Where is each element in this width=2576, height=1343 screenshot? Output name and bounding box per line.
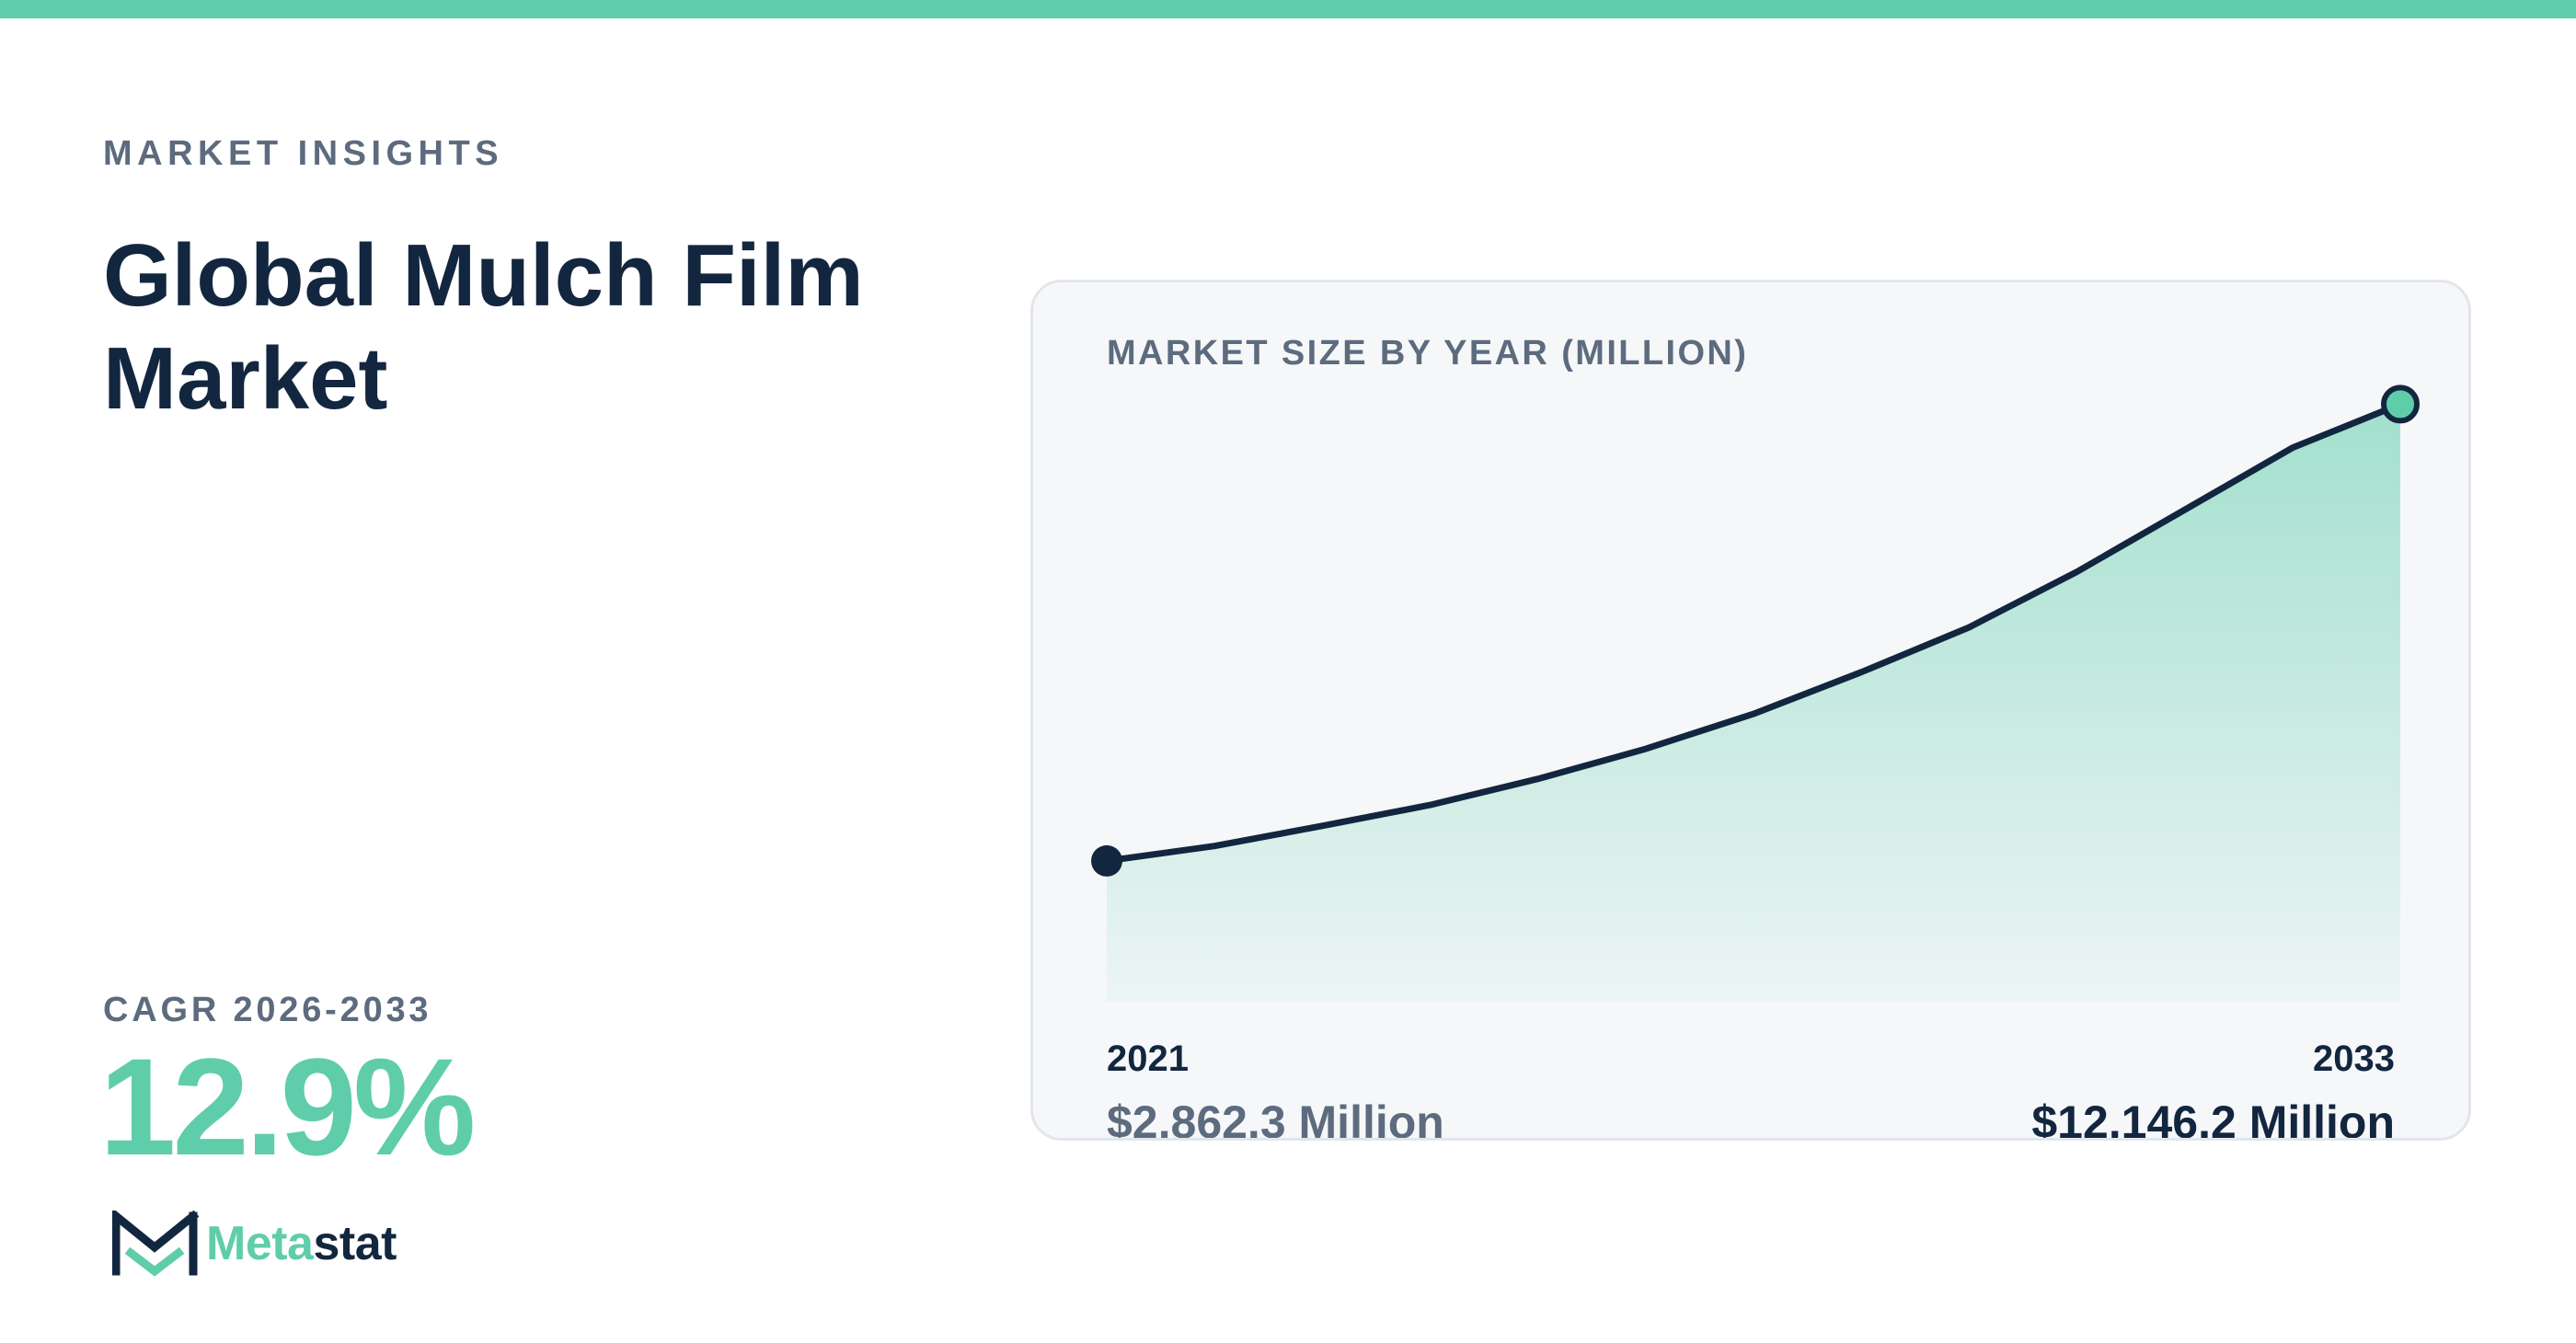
end-year-label: 2033: [2313, 1039, 2395, 1079]
start-point-marker: [1091, 844, 1122, 877]
chart-card: MARKET SIZE BY YEAR (MILLION) 2021 2033 …: [1030, 280, 2471, 1141]
logo-wordmark-meta: Meta: [206, 1217, 314, 1270]
end-point-marker: [2381, 385, 2420, 424]
cagr-value: 12.9%: [99, 1029, 476, 1184]
market-size-chart: [1091, 385, 2420, 1002]
cagr-label: CAGR 2026-2033: [103, 991, 432, 1029]
logo-wordmark: Metastat: [206, 1216, 397, 1271]
page: MARKET INSIGHTS Global Mulch Film Market…: [0, 0, 2576, 1343]
section-eyebrow: MARKET INSIGHTS: [103, 134, 504, 173]
top-accent-bar: [0, 0, 2576, 18]
start-year-label: 2021: [1107, 1039, 1189, 1079]
page-title: Global Mulch Film Market: [103, 226, 864, 428]
metastat-m-logo-icon: [112, 1211, 200, 1277]
metastat-logo: Metastat: [112, 1211, 397, 1277]
end-value-label: $12,146.2 Million: [2031, 1096, 2395, 1141]
logo-wordmark-stat: stat: [313, 1217, 397, 1270]
start-value-label: $2,862.3 Million: [1107, 1096, 1444, 1141]
